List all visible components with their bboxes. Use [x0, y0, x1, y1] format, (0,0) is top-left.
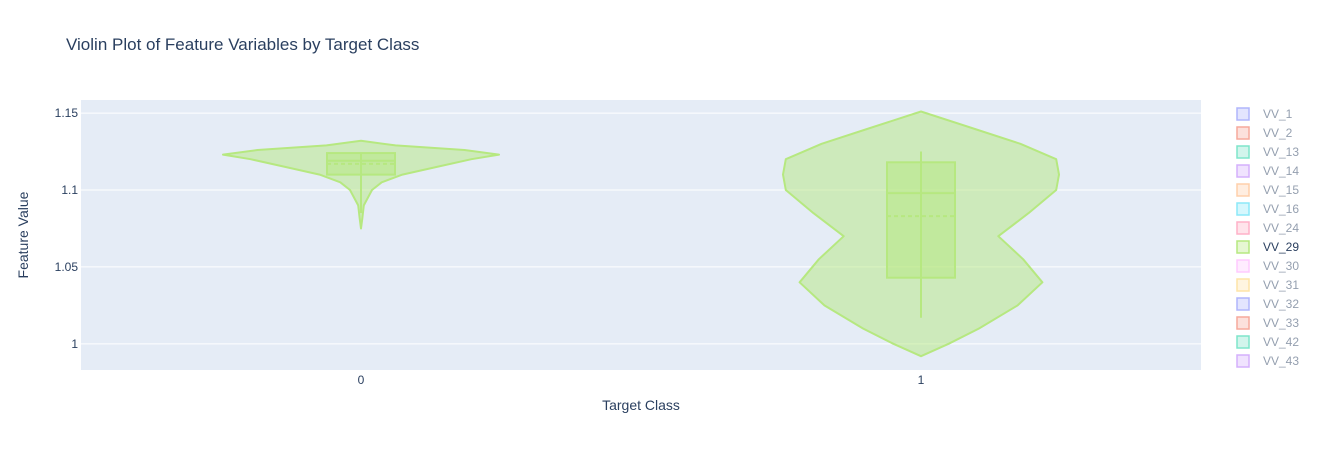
legend-item: VV_13 [1236, 145, 1299, 159]
y-tick-label: 1.1 [61, 183, 78, 197]
x-tick-label: 1 [918, 373, 925, 387]
legend-label: VV_33 [1263, 316, 1299, 330]
y-tick-label: 1 [71, 337, 78, 351]
legend-label: VV_13 [1263, 145, 1299, 159]
chart-title: Violin Plot of Feature Variables by Targ… [66, 35, 419, 54]
legend-item: VV_15 [1236, 183, 1299, 197]
legend-item: VV_43 [1236, 354, 1299, 368]
legend-label: VV_1 [1263, 107, 1293, 121]
legend-item: VV_1 [1236, 107, 1293, 121]
y-axis-title: Feature Value [15, 191, 31, 278]
legend-item: VV_24 [1236, 221, 1299, 235]
legend-item: VV_42 [1236, 335, 1299, 349]
legend-swatch [1236, 202, 1250, 216]
legend-swatch [1236, 126, 1250, 140]
x-tick-labels: 01 [358, 373, 925, 387]
legend-swatch [1236, 107, 1250, 121]
legend-label: VV_31 [1263, 278, 1299, 292]
legend-swatch [1236, 183, 1250, 197]
legend-swatch [1236, 297, 1250, 311]
legend-swatch [1236, 145, 1250, 159]
legend-item: VV_2 [1236, 126, 1293, 140]
legend-swatch [1236, 278, 1250, 292]
legend-item: VV_33 [1236, 316, 1299, 330]
legend-item: VV_14 [1236, 164, 1299, 178]
legend-label: VV_15 [1263, 183, 1299, 197]
legend-item: VV_31 [1236, 278, 1299, 292]
legend-item: VV_32 [1236, 297, 1299, 311]
y-tick-label: 1.05 [55, 260, 79, 274]
legend-swatch [1236, 354, 1250, 368]
legend-item: VV_29 [1236, 240, 1299, 254]
legend-label: VV_43 [1263, 354, 1299, 368]
legend-label: VV_29 [1263, 240, 1299, 254]
legend-swatch [1236, 164, 1250, 178]
legend-swatch [1236, 240, 1250, 254]
y-tick-label: 1.15 [55, 106, 79, 120]
violin-chart: Violin Plot of Feature Variables by Targ… [15, 35, 1299, 413]
legend-label: VV_30 [1263, 259, 1299, 273]
x-tick-label: 0 [358, 373, 365, 387]
y-tick-labels: 1 1.05 1.1 1.15 [55, 106, 79, 351]
legend-swatch [1236, 221, 1250, 235]
legend-label: VV_2 [1263, 126, 1293, 140]
legend-swatch [1236, 335, 1250, 349]
legend-label: VV_14 [1263, 164, 1299, 178]
legend-item: VV_16 [1236, 202, 1299, 216]
legend-item: VV_30 [1236, 259, 1299, 273]
violin-inner-box [886, 161, 956, 279]
legend-label: VV_16 [1263, 202, 1299, 216]
x-axis-title: Target Class [602, 397, 680, 413]
plot-area [81, 100, 1201, 370]
legend-label: VV_42 [1263, 335, 1299, 349]
legend-swatch [1236, 316, 1250, 330]
legend: VV_1 VV_2 VV_13 VV_14 VV_15 VV_16 VV_24 VV_29 VV… [1236, 107, 1299, 368]
legend-label: VV_24 [1263, 221, 1299, 235]
legend-label: VV_32 [1263, 297, 1299, 311]
legend-swatch [1236, 259, 1250, 273]
